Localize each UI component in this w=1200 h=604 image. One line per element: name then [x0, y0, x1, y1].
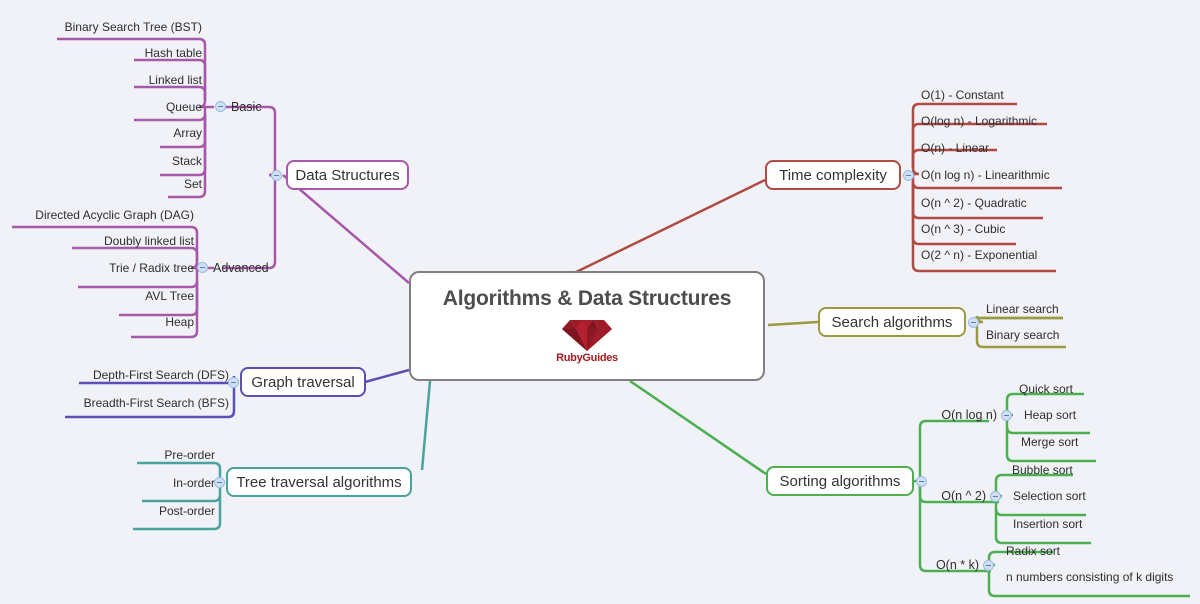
leaf-pre-order[interactable]: Pre-order — [164, 448, 215, 462]
page-title: Algorithms & Data Structures — [442, 287, 732, 310]
toggle-sorting-algorithms[interactable] — [916, 476, 927, 487]
toggle-o-n-log-n[interactable] — [1001, 410, 1012, 421]
leaf-binary-search[interactable]: Binary search — [986, 328, 1059, 342]
leaf-depth-first-search[interactable]: Depth-First Search (DFS) — [93, 368, 229, 382]
node-data-structures[interactable]: Data Structures — [286, 160, 409, 190]
node-time-complexity[interactable]: Time complexity — [765, 160, 901, 190]
leaf-trie-radix-tree[interactable]: Trie / Radix tree — [109, 261, 194, 275]
node-label: Graph traversal — [251, 373, 355, 391]
mindmap-canvas: Algorithms & Data Structures RubyGuides … — [0, 0, 1200, 604]
leaf-radix-sort[interactable]: Radix sort — [1006, 544, 1060, 558]
toggle-advanced[interactable] — [197, 262, 208, 273]
leaf-breadth-first-search[interactable]: Breadth-First Search (BFS) — [84, 396, 229, 410]
leaf-o-n-2-quadratic[interactable]: O(n ^ 2) - Quadratic — [921, 196, 1027, 210]
group-label-advanced[interactable]: Advanced — [213, 261, 269, 275]
leaf-o-log-n-logarithmic[interactable]: O(log n) - Logarithmic — [921, 114, 1037, 128]
leaf-insertion-sort[interactable]: Insertion sort — [1013, 517, 1082, 531]
leaf-in-order[interactable]: In-order — [173, 476, 215, 490]
leaf-queue[interactable]: Queue — [166, 100, 202, 114]
leaf-heap[interactable]: Heap — [165, 315, 194, 329]
leaf-linear-search[interactable]: Linear search — [986, 302, 1059, 316]
leaf-stack[interactable]: Stack — [172, 154, 202, 168]
group-label-o-n-2[interactable]: O(n ^ 2) — [941, 489, 986, 503]
toggle-graph-traversal[interactable] — [228, 377, 239, 388]
leaf-merge-sort[interactable]: Merge sort — [1021, 435, 1078, 449]
leaf-doubly-linked-list[interactable]: Doubly linked list — [104, 234, 194, 248]
node-label: Tree traversal algorithms — [236, 473, 402, 491]
toggle-o-n-2[interactable] — [990, 491, 1001, 502]
node-label: Time complexity — [779, 166, 887, 184]
ruby-gem-icon — [561, 320, 612, 351]
toggle-basic[interactable] — [215, 101, 226, 112]
leaf-o-n-log-n-linearithmic[interactable]: O(n log n) - Linearithmic — [921, 168, 1050, 182]
node-search-algorithms[interactable]: Search algorithms — [818, 307, 966, 337]
toggle-time-complexity[interactable] — [903, 170, 914, 181]
node-label: Sorting algorithms — [779, 472, 901, 490]
node-graph-traversal[interactable]: Graph traversal — [240, 367, 366, 397]
leaf-heap-sort[interactable]: Heap sort — [1024, 408, 1076, 422]
leaf-avl-tree[interactable]: AVL Tree — [145, 289, 194, 303]
rubyguides-logo: RubyGuides — [556, 317, 618, 364]
leaf-linked-list[interactable]: Linked list — [149, 73, 202, 87]
leaf-n-numbers-k-digits[interactable]: n numbers consisting of k digits — [1006, 570, 1173, 584]
toggle-o-n-k[interactable] — [983, 560, 994, 571]
leaf-o-n-3-cubic[interactable]: O(n ^ 3) - Cubic — [921, 222, 1005, 236]
leaf-bubble-sort[interactable]: Bubble sort — [1012, 463, 1073, 477]
root-node[interactable]: Algorithms & Data Structures RubyGuides — [409, 271, 765, 381]
rubyguides-wordmark: RubyGuides — [556, 352, 618, 364]
group-label-o-n-k[interactable]: O(n * k) — [936, 558, 979, 572]
node-label: Search algorithms — [831, 313, 953, 331]
leaf-o-n-linear[interactable]: O(n) - Linear — [921, 141, 989, 155]
toggle-tree-traversal[interactable] — [214, 477, 225, 488]
leaf-hash-table[interactable]: Hash table — [145, 46, 202, 60]
leaf-o-2-n-exponential[interactable]: O(2 ^ n) - Exponential — [921, 248, 1037, 262]
leaf-binary-search-tree[interactable]: Binary Search Tree (BST) — [65, 20, 202, 34]
toggle-data-structures[interactable] — [271, 170, 282, 181]
leaf-o-1-constant[interactable]: O(1) - Constant — [921, 88, 1004, 102]
leaf-directed-acyclic-graph[interactable]: Directed Acyclic Graph (DAG) — [35, 208, 194, 222]
leaf-quick-sort[interactable]: Quick sort — [1019, 382, 1073, 396]
leaf-array[interactable]: Array — [173, 126, 202, 140]
node-label: Data Structures — [295, 166, 400, 184]
toggle-search-algorithms[interactable] — [968, 317, 979, 328]
group-label-o-n-log-n[interactable]: O(n log n) — [941, 408, 997, 422]
leaf-selection-sort[interactable]: Selection sort — [1013, 489, 1086, 503]
node-tree-traversal-algorithms[interactable]: Tree traversal algorithms — [226, 467, 412, 497]
leaf-set[interactable]: Set — [184, 177, 202, 191]
group-label-basic[interactable]: Basic — [231, 100, 262, 114]
node-sorting-algorithms[interactable]: Sorting algorithms — [766, 466, 914, 496]
leaf-post-order[interactable]: Post-order — [159, 504, 215, 518]
